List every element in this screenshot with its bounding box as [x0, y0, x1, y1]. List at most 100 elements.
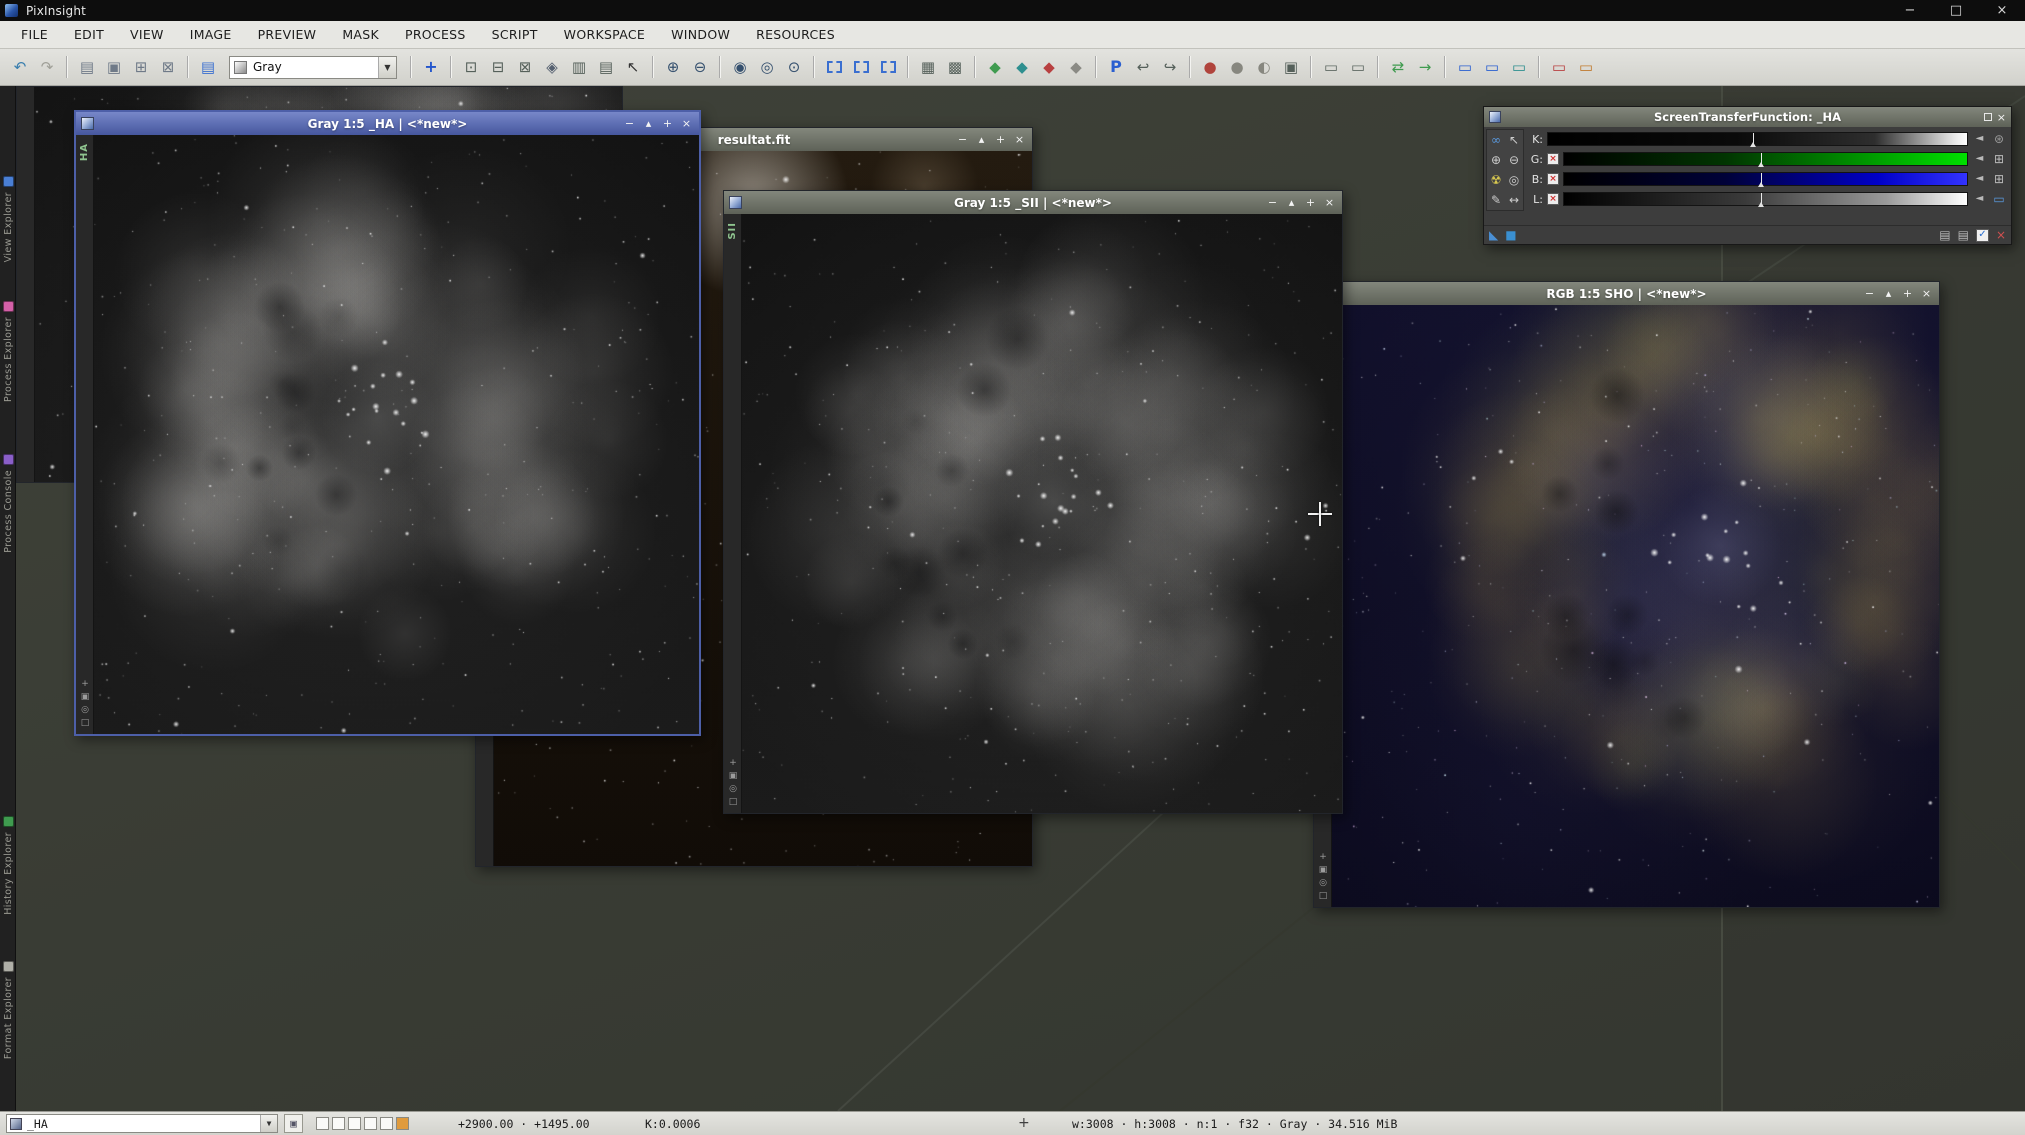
menu-script[interactable]: SCRIPT	[479, 22, 551, 47]
zoom-button[interactable]: +	[660, 116, 675, 131]
monitor-2-icon[interactable]: ▭	[1480, 55, 1504, 79]
close-button[interactable]: ×	[1979, 0, 2025, 21]
sidebar-item-process-console[interactable]: Process Console	[0, 454, 16, 553]
stf-mute-channel-icon[interactable]: ◄	[1972, 134, 1987, 144]
stf-zoom-out-icon[interactable]: ⊖	[1505, 150, 1523, 170]
image-window-ha[interactable]: Gray 1:5 _HA | <*new*> −▴+× HA +▣◎□	[74, 110, 701, 736]
iconize-button[interactable]: −	[1265, 195, 1280, 210]
monitor-amber-icon[interactable]: ▭	[1574, 55, 1598, 79]
zoom-in-icon[interactable]: ⊕	[661, 55, 685, 79]
mask-half-icon[interactable]: ◐	[1252, 55, 1276, 79]
shade-button[interactable]: ▴	[1881, 286, 1896, 301]
menu-view[interactable]: VIEW	[117, 22, 177, 47]
mask-indicator-icon[interactable]: □	[1319, 892, 1328, 901]
stf-slider-marker[interactable]	[1761, 193, 1762, 205]
menu-preview[interactable]: PREVIEW	[245, 22, 330, 47]
zoom-1-1-icon[interactable]: ◉	[728, 55, 752, 79]
readout-icon[interactable]: ◎	[729, 785, 737, 794]
stf-slider-marker[interactable]	[1761, 173, 1762, 185]
zoom-optimal-icon[interactable]: ⊙	[782, 55, 806, 79]
stf-close-button[interactable]: ×	[1997, 112, 2006, 123]
stf-dialog[interactable]: ScreenTransferFunction: _HA × ∞↖⊕⊖☢◎✎↔ K…	[1483, 106, 2012, 245]
select-mode-icon[interactable]: ↖	[621, 55, 645, 79]
stf-zoom-1-1-icon[interactable]: ◎	[1505, 170, 1523, 190]
identifier-toggle-icon[interactable]: ▣	[284, 1114, 303, 1133]
stf-titlebar[interactable]: ScreenTransferFunction: _HA ×	[1484, 107, 2011, 127]
navigator-icon[interactable]: ◈	[540, 55, 564, 79]
track-view-icon[interactable]: +	[419, 55, 443, 79]
sync-icon[interactable]: +	[1319, 853, 1327, 862]
show-grid-icon[interactable]: ▦	[916, 55, 940, 79]
stf-edit-icon[interactable]: ✎	[1487, 190, 1505, 210]
stf-gradient-l[interactable]	[1563, 192, 1968, 206]
close-button[interactable]: ×	[1919, 286, 1934, 301]
stf-gradient-k[interactable]	[1547, 132, 1968, 146]
stf-monitor-icon[interactable]: ▭	[1991, 193, 2007, 205]
menu-mask[interactable]: MASK	[329, 22, 392, 47]
close-button[interactable]: ×	[679, 116, 694, 131]
window-list-icon[interactable]: ⊞	[129, 55, 153, 79]
menu-process[interactable]: PROCESS	[392, 22, 479, 47]
window-titlebar[interactable]: Gray 1:5 _SII | <*new*> −▴+×	[724, 191, 1342, 214]
menu-file[interactable]: FILE	[8, 22, 61, 47]
split-horizontal-icon[interactable]: ▥	[567, 55, 591, 79]
iconize-button[interactable]: −	[622, 116, 637, 131]
stf-link-icon[interactable]: ∞	[1487, 130, 1505, 150]
stf-expand-icon[interactable]: ⊞	[1991, 153, 2007, 165]
mask-gray-icon[interactable]: ●	[1225, 55, 1249, 79]
link-views-icon[interactable]: ▣	[81, 693, 90, 702]
mask-indicator-icon[interactable]: □	[81, 719, 90, 728]
menu-workspace[interactable]: WORKSPACE	[551, 22, 658, 47]
zoom-to-fit-icon[interactable]: ⊠	[513, 55, 537, 79]
image-canvas-rgb-sho[interactable]	[1332, 305, 1939, 907]
view-tab-strip[interactable]	[17, 87, 35, 482]
monitor-warn-icon[interactable]: ▭	[1547, 55, 1571, 79]
delete-preview-icon[interactable]	[876, 55, 900, 79]
image-window-rgb-sho[interactable]: RGB 1:5 SHO | <*new*> −▴+× +▣◎□	[1313, 281, 1940, 908]
zoom-button[interactable]: +	[1900, 286, 1915, 301]
redo-icon[interactable]: ↷	[35, 55, 59, 79]
monitor-3-icon[interactable]: ▭	[1507, 55, 1531, 79]
sidebar-item-history-explorer[interactable]: History Explorer	[0, 816, 16, 915]
zoom-fit-icon[interactable]: ◎	[755, 55, 779, 79]
view-selector-combo[interactable]: _HA ▼	[6, 1114, 278, 1133]
mask-indicator-icon[interactable]: □	[729, 798, 738, 807]
export-arrows-icon[interactable]: ⇄	[1386, 55, 1410, 79]
stf-gradient-b[interactable]	[1563, 172, 1968, 186]
zoom-button[interactable]: +	[993, 132, 1008, 147]
import-arrow-icon[interactable]: →	[1413, 55, 1437, 79]
image-canvas-ha[interactable]	[94, 135, 699, 734]
close-button[interactable]: ×	[1012, 132, 1027, 147]
stf-radiation-icon[interactable]: ☢	[1487, 170, 1505, 190]
image-window-sii[interactable]: Gray 1:5 _SII | <*new*> −▴+× SII +▣◎□	[723, 190, 1343, 814]
color-space-combo[interactable]: Gray▼	[229, 56, 397, 79]
view-selector-dropdown-arrow[interactable]: ▼	[260, 1115, 277, 1132]
link-views-icon[interactable]: ▣	[729, 772, 738, 781]
undo-icon[interactable]: ↶	[8, 55, 32, 79]
mask-box-icon[interactable]: ▣	[1279, 55, 1303, 79]
stf-apply-check-icon[interactable]: ✓	[1976, 229, 1989, 242]
stf-channel-reset-checkbox[interactable]: ×	[1547, 173, 1559, 185]
view-tab-strip[interactable]: SII +▣◎□	[724, 214, 742, 813]
menu-image[interactable]: IMAGE	[177, 22, 245, 47]
process-explorer-icon[interactable]: P	[1104, 55, 1128, 79]
sidebar-item-process-explorer[interactable]: Process Explorer	[0, 301, 16, 402]
zoom-button[interactable]: +	[1303, 195, 1318, 210]
stf-cursor-icon[interactable]: ↖	[1505, 130, 1523, 150]
close-image-icon[interactable]: ⊠	[156, 55, 180, 79]
workspace[interactable]: resultat.fit −▴+× RGB 1:5 SHO | <*new*> …	[16, 86, 2025, 1111]
menu-resources[interactable]: RESOURCES	[743, 22, 848, 47]
monitor-1-icon[interactable]: ▭	[1453, 55, 1477, 79]
tool-red-icon[interactable]: ◆	[1037, 55, 1061, 79]
readout-icon[interactable]: ◎	[81, 706, 89, 715]
combo-dropdown-arrow[interactable]: ▼	[378, 57, 396, 78]
iconize-button[interactable]: −	[955, 132, 970, 147]
copy-image-icon[interactable]: ▤	[75, 55, 99, 79]
fit-window-icon[interactable]: ⊟	[486, 55, 510, 79]
history-back-icon[interactable]: ↩	[1131, 55, 1155, 79]
shade-button[interactable]: ▴	[1284, 195, 1299, 210]
sync-icon[interactable]: +	[729, 759, 737, 768]
sync-icon[interactable]: +	[81, 680, 89, 689]
menu-edit[interactable]: EDIT	[61, 22, 117, 47]
zoom-out-icon[interactable]: ⊖	[688, 55, 712, 79]
